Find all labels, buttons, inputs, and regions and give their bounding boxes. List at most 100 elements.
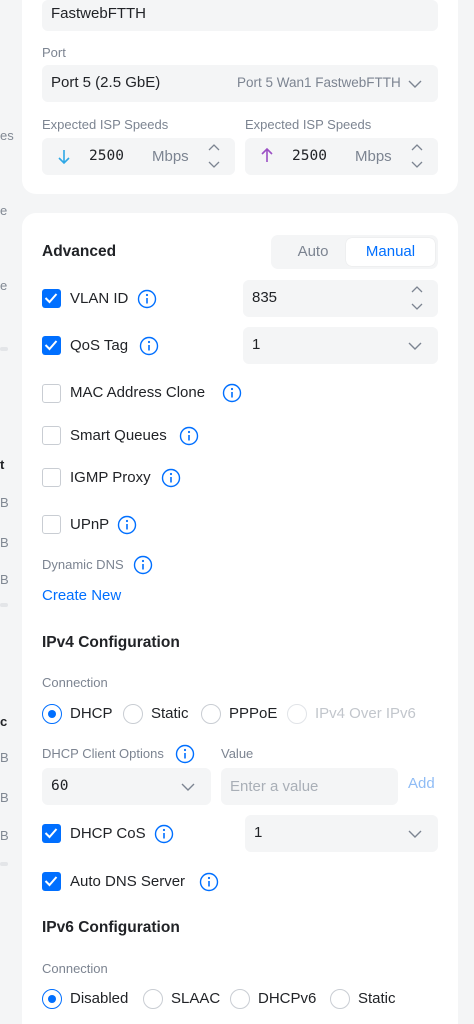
qos-tag-select[interactable]: 1 (243, 327, 438, 364)
igmp-proxy-label: IGMP Proxy (70, 469, 151, 486)
dhcp-cos-value: 1 (254, 824, 263, 841)
mode-segmented-control: Auto Manual (271, 235, 438, 269)
sidebar-fragment: B (0, 828, 9, 843)
ipv4-static-label: Static (151, 705, 189, 722)
checkmark-icon (44, 828, 58, 839)
dhcp-value-input[interactable]: Enter a value (221, 768, 398, 805)
upload-speed-input[interactable]: 2500 Mbps (245, 138, 438, 175)
vlan-id-checkbox[interactable] (42, 289, 61, 308)
upnp-checkbox[interactable] (42, 515, 61, 534)
ipv6-config-title: IPv6 Configuration (42, 919, 180, 936)
dhcp-cos-checkbox[interactable] (42, 824, 61, 843)
ipv6-static-label: Static (358, 990, 396, 1007)
stepper-icon[interactable] (410, 142, 424, 170)
ipv4-dhcp-label: DHCP (70, 705, 113, 722)
sidebar-divider (0, 347, 8, 351)
checkmark-icon (44, 876, 58, 887)
sidebar-fragment: t (0, 457, 5, 472)
download-speed-value: 2500 (89, 148, 124, 164)
smart-queues-label: Smart Queues (70, 427, 167, 444)
chevron-down-icon (408, 830, 422, 838)
sidebar-fragment: e (0, 203, 8, 218)
ipv4-pppoe-label: PPPoE (229, 705, 278, 722)
info-icon[interactable] (179, 426, 199, 446)
info-icon[interactable] (154, 824, 174, 844)
ipv6-connection-label: Connection (42, 961, 108, 976)
mode-manual-button[interactable]: Manual (346, 238, 435, 266)
download-speed-unit: Mbps (152, 148, 189, 165)
qos-tag-label: QoS Tag (70, 337, 129, 354)
info-icon[interactable] (175, 744, 195, 764)
download-speed-input[interactable]: 2500 Mbps (42, 138, 235, 175)
info-icon[interactable] (222, 383, 242, 403)
vlan-id-value: 835 (252, 289, 278, 306)
checkmark-icon (44, 340, 58, 351)
ipv6-slaac-label: SLAAC (171, 990, 221, 1007)
info-icon[interactable] (161, 468, 181, 488)
dhcp-client-options-label: DHCP Client Options (42, 746, 164, 761)
ipv4-static-radio[interactable] (123, 704, 143, 724)
dhcp-cos-select[interactable]: 1 (245, 815, 438, 852)
ipv6-disabled-radio[interactable] (42, 989, 62, 1009)
vlan-id-input[interactable]: 835 (243, 280, 438, 317)
download-speed-label: Expected ISP Speeds (42, 117, 169, 132)
create-new-ddns-link[interactable]: Create New (42, 587, 121, 604)
ipv6-dhcpv6-label: DHCPv6 (258, 990, 317, 1007)
sidebar-fragment: es (0, 128, 14, 143)
dhcp-value-label: Value (221, 746, 254, 761)
ipv4-dhcp-radio[interactable] (42, 704, 62, 724)
port-value: Port 5 (2.5 GbE) (51, 74, 161, 91)
dhcp-add-button[interactable]: Add (408, 775, 435, 792)
dhcp-client-option-select[interactable]: 60 (42, 768, 211, 805)
dynamic-dns-label: Dynamic DNS (42, 557, 124, 572)
port-select[interactable]: Port 5 (2.5 GbE) Port 5 Wan1 FastwebFTTH (42, 65, 438, 102)
network-name-value: FastwebFTTH (51, 5, 147, 22)
upnp-label: UPnP (70, 516, 110, 533)
sidebar-fragment: B (0, 535, 9, 550)
port-hint: Port 5 Wan1 FastwebFTTH (237, 75, 401, 90)
ipv6-static-radio[interactable] (330, 989, 350, 1009)
advanced-title: Advanced (42, 243, 117, 260)
ipv6-dhcpv6-radio[interactable] (230, 989, 250, 1009)
igmp-proxy-checkbox[interactable] (42, 468, 61, 487)
ipv4-connection-label: Connection (42, 675, 108, 690)
stepper-icon[interactable] (410, 284, 424, 312)
upload-speed-label: Expected ISP Speeds (245, 117, 372, 132)
sidebar-fragment: c (0, 714, 8, 729)
checkmark-icon (44, 293, 58, 304)
smart-queues-checkbox[interactable] (42, 426, 61, 445)
sidebar-fragment: e (0, 278, 8, 293)
ipv4-config-title: IPv4 Configuration (42, 634, 180, 651)
arrow-up-icon (261, 147, 273, 162)
mac-clone-checkbox[interactable] (42, 384, 61, 403)
qos-tag-checkbox[interactable] (42, 336, 61, 355)
info-icon[interactable] (139, 336, 159, 356)
stepper-icon[interactable] (207, 142, 221, 170)
upload-speed-value: 2500 (292, 148, 327, 164)
ipv4-over-ipv6-label: IPv4 Over IPv6 (315, 705, 416, 722)
sidebar-fragment: B (0, 572, 9, 587)
chevron-down-icon (408, 342, 422, 350)
vlan-id-label: VLAN ID (70, 290, 129, 307)
ipv4-pppoe-radio[interactable] (201, 704, 221, 724)
dhcp-cos-label: DHCP CoS (70, 825, 146, 842)
sidebar-fragment: B (0, 495, 9, 510)
info-icon[interactable] (117, 515, 137, 535)
auto-dns-label: Auto DNS Server (70, 873, 186, 890)
ipv6-slaac-radio[interactable] (143, 989, 163, 1009)
ipv6-disabled-label: Disabled (70, 990, 129, 1007)
ipv4-over-ipv6-radio[interactable] (287, 704, 307, 724)
mac-clone-label: MAC Address Clone (70, 384, 206, 401)
info-icon[interactable] (137, 289, 157, 309)
info-icon[interactable] (133, 555, 153, 575)
port-label: Port (42, 45, 66, 60)
sidebar-fragment: B (0, 750, 9, 765)
network-name-input[interactable]: FastwebFTTH (42, 0, 438, 31)
sidebar-fragment: B (0, 790, 9, 805)
info-icon[interactable] (199, 872, 219, 892)
chevron-down-icon (181, 783, 195, 791)
auto-dns-checkbox[interactable] (42, 872, 61, 891)
qos-tag-value: 1 (252, 336, 261, 353)
sidebar-divider (0, 603, 8, 607)
mode-auto-button[interactable]: Auto (274, 238, 352, 266)
